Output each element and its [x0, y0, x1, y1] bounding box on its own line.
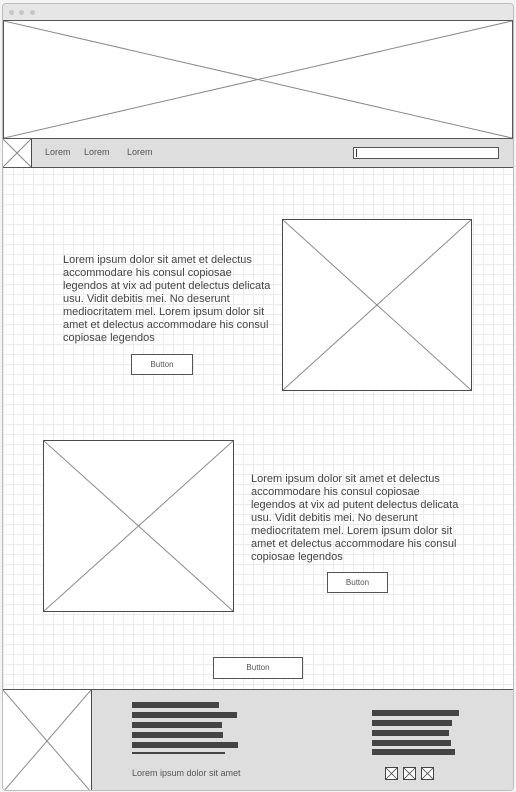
nav-link-1[interactable]: Lorem: [45, 147, 71, 157]
browser-window: Lorem Lorem Lorem Lorem ipsum dolor sit …: [2, 3, 514, 791]
section-2-button[interactable]: Button: [327, 572, 388, 593]
footer-link-line[interactable]: [372, 720, 452, 726]
nav-link-3[interactable]: Lorem: [127, 147, 153, 157]
social-icon-3[interactable]: [421, 767, 434, 780]
main-button[interactable]: Button: [213, 657, 303, 679]
window-control-dot[interactable]: [9, 10, 14, 15]
footer-text-line: [132, 752, 225, 754]
footer-link-line[interactable]: [372, 740, 451, 746]
text-cursor: [356, 149, 357, 157]
footer-link-line[interactable]: [372, 710, 459, 716]
social-icon-2[interactable]: [403, 767, 416, 780]
footer-image-placeholder: [3, 690, 92, 790]
section-2-image-placeholder: [43, 440, 234, 612]
nav-link-2[interactable]: Lorem: [84, 147, 110, 157]
window-control-dot[interactable]: [19, 10, 24, 15]
footer-text-line: [132, 732, 223, 738]
footer-link-line[interactable]: [372, 749, 455, 755]
footer-text-line: [132, 702, 219, 708]
footer-link-line[interactable]: [372, 730, 449, 736]
footer-caption: Lorem ipsum dolor sit amet: [132, 768, 241, 778]
title-bar: [3, 4, 513, 21]
window-control-dot[interactable]: [30, 10, 35, 15]
section-1-image-placeholder: [282, 219, 472, 391]
footer: Lorem ipsum dolor sit amet: [3, 689, 513, 790]
section-1-button[interactable]: Button: [131, 354, 193, 375]
hero-image-placeholder: [3, 20, 513, 139]
navigation-bar: Lorem Lorem Lorem: [3, 138, 513, 168]
footer-text-line: [132, 712, 237, 718]
section-2-text: Lorem ipsum dolor sit amet et delectus a…: [251, 473, 459, 563]
social-icon-1[interactable]: [385, 767, 398, 780]
search-input[interactable]: [353, 147, 499, 159]
footer-text-line: [132, 742, 238, 748]
footer-text-line: [132, 722, 222, 728]
section-1-text: Lorem ipsum dolor sit amet et delectus a…: [63, 254, 271, 344]
logo-placeholder[interactable]: [3, 139, 32, 167]
